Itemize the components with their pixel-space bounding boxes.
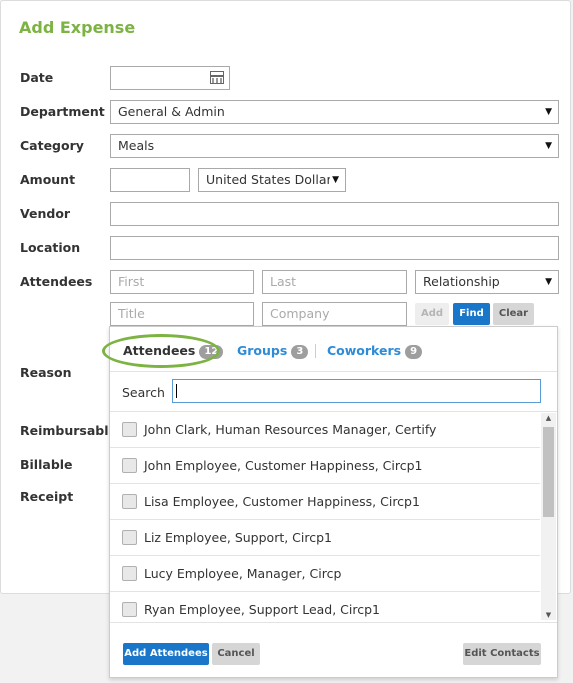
- department-label: Department: [20, 104, 105, 119]
- chevron-down-icon: ▼: [330, 169, 339, 191]
- vendor-label: Vendor: [20, 206, 71, 221]
- reason-label: Reason: [20, 365, 72, 380]
- reimbursable-label: Reimbursable: [20, 423, 118, 438]
- tab-coworkers-label: Coworkers: [327, 343, 402, 358]
- receipt-label: Receipt: [20, 489, 74, 504]
- amount-label: Amount: [20, 172, 76, 187]
- list-item[interactable]: Liz Employee, Support, Circp1: [110, 520, 540, 556]
- title-field[interactable]: Title: [110, 302, 254, 326]
- first-name-field[interactable]: First: [110, 270, 254, 294]
- chevron-down-icon: ▼: [545, 107, 552, 117]
- amount-field[interactable]: [110, 168, 190, 192]
- list-item[interactable]: Lisa Employee, Customer Happiness, Circp…: [110, 484, 540, 520]
- checkbox[interactable]: [122, 458, 137, 473]
- tab-divider: [315, 344, 316, 358]
- location-label: Location: [20, 240, 81, 255]
- search-input[interactable]: [172, 379, 541, 403]
- tab-attendees[interactable]: Attendees 12: [123, 343, 224, 359]
- scroll-up-icon[interactable]: ▲: [541, 414, 556, 422]
- cancel-button[interactable]: Cancel: [212, 643, 260, 665]
- calendar-icon[interactable]: [210, 71, 224, 84]
- checkbox[interactable]: [122, 422, 137, 437]
- currency-select[interactable]: United States Dollars ▼: [198, 168, 346, 192]
- divider: [110, 371, 557, 372]
- chevron-down-icon: ▼: [545, 277, 552, 287]
- department-select[interactable]: General & Admin ▼: [110, 100, 559, 124]
- department-value: General & Admin: [118, 104, 225, 119]
- billable-label: Billable: [20, 457, 73, 472]
- contact-name: Lisa Employee, Customer Happiness, Circp…: [144, 494, 420, 509]
- first-placeholder: First: [118, 274, 145, 289]
- category-value: Meals: [118, 138, 155, 153]
- relationship-value: Relationship: [423, 274, 500, 289]
- list-item[interactable]: John Clark, Human Resources Manager, Cer…: [110, 412, 540, 448]
- checkbox[interactable]: [122, 566, 137, 581]
- list-item[interactable]: Lucy Employee, Manager, Circp: [110, 556, 540, 592]
- list-item[interactable]: John Employee, Customer Happiness, Circp…: [110, 448, 540, 484]
- add-button[interactable]: Add: [415, 303, 449, 325]
- contact-name: John Clark, Human Resources Manager, Cer…: [144, 422, 437, 437]
- company-placeholder: Company: [270, 306, 330, 321]
- find-button[interactable]: Find: [453, 303, 490, 325]
- text-cursor: [176, 384, 177, 398]
- checkbox[interactable]: [122, 494, 137, 509]
- currency-value: United States Dollars: [206, 172, 339, 187]
- contact-name: Liz Employee, Support, Circp1: [144, 530, 333, 545]
- date-field[interactable]: [110, 66, 230, 90]
- company-field[interactable]: Company: [262, 302, 407, 326]
- scrollbar[interactable]: ▲ ▼: [541, 413, 556, 620]
- add-attendees-button[interactable]: Add Attendees: [123, 643, 209, 665]
- scroll-down-icon[interactable]: ▼: [541, 611, 556, 619]
- vendor-field[interactable]: [110, 202, 559, 226]
- contact-name: Lucy Employee, Manager, Circp: [144, 566, 342, 581]
- coworkers-count-badge: 9: [405, 345, 423, 359]
- list-item[interactable]: Ryan Employee, Support Lead, Circp1: [110, 592, 540, 622]
- scrollbar-thumb[interactable]: [543, 427, 554, 517]
- contact-name: John Employee, Customer Happiness, Circp…: [144, 458, 423, 473]
- edit-contacts-button[interactable]: Edit Contacts: [463, 643, 541, 665]
- chevron-down-icon: ▼: [545, 141, 552, 151]
- clear-button[interactable]: Clear: [493, 303, 534, 325]
- category-label: Category: [20, 138, 84, 153]
- attendees-count-badge: 12: [199, 345, 224, 359]
- contacts-list: John Clark, Human Resources Manager, Cer…: [110, 412, 557, 622]
- location-field[interactable]: [110, 236, 559, 260]
- last-name-field[interactable]: Last: [262, 270, 407, 294]
- attendees-label: Attendees: [20, 274, 93, 289]
- title-placeholder: Title: [118, 306, 145, 321]
- tab-coworkers[interactable]: Coworkers 9: [327, 343, 423, 359]
- last-placeholder: Last: [270, 274, 297, 289]
- groups-count-badge: 3: [291, 345, 309, 359]
- tab-groups[interactable]: Groups 3: [237, 343, 309, 359]
- tab-groups-label: Groups: [237, 343, 288, 358]
- checkbox[interactable]: [122, 530, 137, 545]
- page-title: Add Expense: [19, 18, 136, 37]
- tab-attendees-label: Attendees: [123, 343, 196, 358]
- attendee-picker-popup: Attendees 12 Groups 3 Coworkers 9 Search Jo…: [102, 326, 558, 678]
- checkbox[interactable]: [122, 602, 137, 617]
- category-select[interactable]: Meals ▼: [110, 134, 559, 158]
- search-label: Search: [122, 385, 165, 400]
- relationship-select[interactable]: Relationship ▼: [415, 270, 559, 294]
- contact-name: Ryan Employee, Support Lead, Circp1: [144, 602, 380, 617]
- divider: [110, 622, 557, 623]
- date-label: Date: [20, 70, 54, 85]
